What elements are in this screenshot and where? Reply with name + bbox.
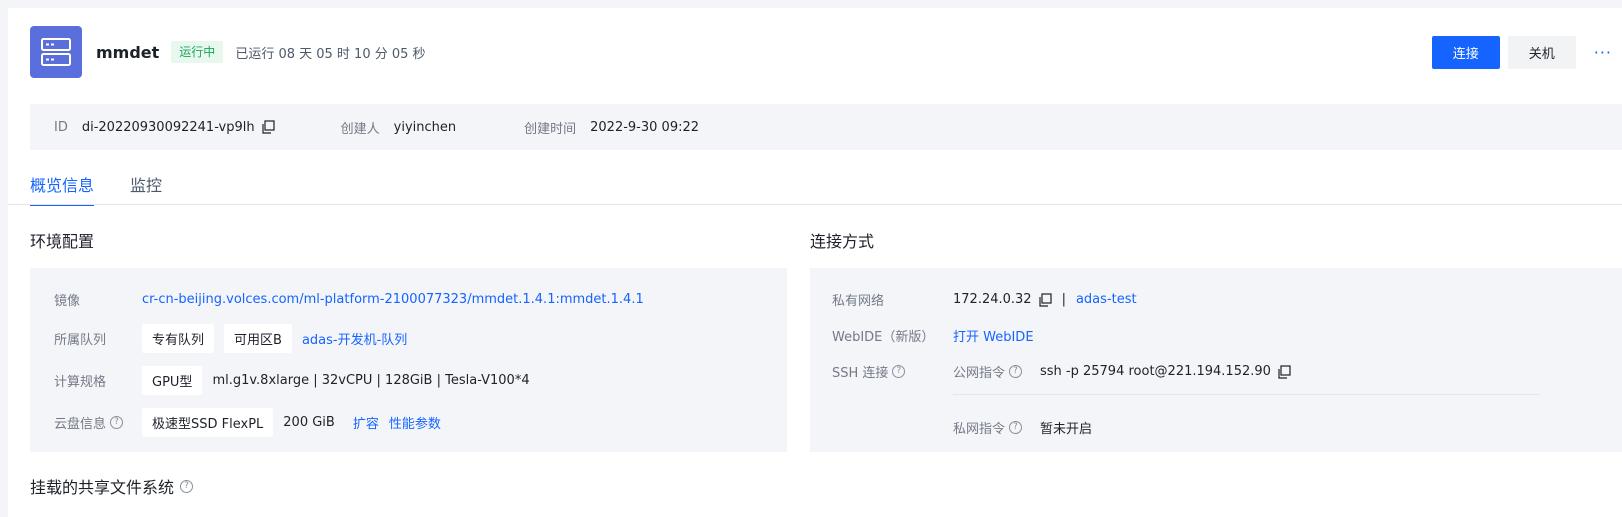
id-value: di-20220930092241-vp9lh xyxy=(81,119,255,135)
ssh-row: SSH 连接 ? 公网指令 ? ssh -p 25794 root@221.19… xyxy=(832,362,1291,381)
tab-bar: 概览信息 监控 xyxy=(30,172,198,206)
public-cmd-value: ssh -p 25794 root@221.194.152.90 xyxy=(1040,364,1271,379)
help-icon[interactable]: ? xyxy=(180,479,194,493)
tab-overview[interactable]: 概览信息 xyxy=(30,172,95,206)
instance-name: mmdet xyxy=(96,42,160,62)
tab-monitor[interactable]: 监控 xyxy=(130,172,162,206)
header: mmdet 运行中 已运行 08 天 05 时 10 分 05 秒 连接 关机 … xyxy=(30,26,1622,78)
private-ip: 172.24.0.32 xyxy=(953,292,1032,307)
connect-button[interactable]: 连接 xyxy=(1431,36,1500,69)
public-cmd-label-text: 公网指令 xyxy=(953,366,1006,381)
help-icon[interactable]: ? xyxy=(110,416,124,429)
image-label: 镜像 xyxy=(54,294,81,309)
separator: | xyxy=(1061,292,1066,307)
shutdown-button[interactable]: 关机 xyxy=(1507,36,1576,69)
meta-bar: ID di-20220930092241-vp9lh 创建人 yiyinchen… xyxy=(30,104,1622,150)
compute-label: 计算规格 xyxy=(54,375,107,390)
compute-spec: ml.g1v.8xlarge | 32vCPU | 128GiB | Tesla… xyxy=(212,373,530,388)
ssh-label-text: SSH 连接 xyxy=(832,366,889,381)
private-cmd-label: 私网指令 ? xyxy=(953,418,1040,437)
tab-divider xyxy=(8,204,1622,205)
image-row: 镜像 cr-cn-beijing.volces.com/ml-platform-… xyxy=(54,290,644,309)
copy-icon[interactable] xyxy=(261,120,275,134)
disk-type-tag: 极速型SSD FlexPL xyxy=(142,408,274,437)
server-icon xyxy=(30,26,82,78)
disk-label-text: 云盘信息 xyxy=(54,417,107,432)
disk-size: 200 GiB xyxy=(283,415,335,430)
env-panel: 镜像 cr-cn-beijing.volces.com/ml-platform-… xyxy=(30,268,787,452)
creator-value: yiyinchen xyxy=(393,119,457,135)
created-time-value: 2022-9-30 09:22 xyxy=(590,119,700,135)
more-actions-button[interactable]: ··· xyxy=(1594,43,1612,62)
connect-section-title: 连接方式 xyxy=(810,232,875,251)
help-icon[interactable]: ? xyxy=(892,365,906,378)
ssh-label: SSH 连接 ? xyxy=(832,362,953,381)
detail-card: mmdet 运行中 已运行 08 天 05 时 10 分 05 秒 连接 关机 … xyxy=(8,8,1622,517)
help-icon[interactable]: ? xyxy=(1009,421,1023,434)
shared-fs-title-text: 挂载的共享文件系统 xyxy=(30,478,175,497)
shared-fs-title: 挂载的共享文件系统 ? xyxy=(30,474,194,498)
created-time-label: 创建时间 xyxy=(524,121,577,137)
status-badge: 运行中 xyxy=(171,41,224,63)
copy-icon[interactable] xyxy=(1038,292,1052,307)
help-icon[interactable]: ? xyxy=(1009,365,1023,378)
queue-row: 所属队列 专有队列 可用区B adas-开发机-队列 xyxy=(54,324,407,353)
uptime-text: 已运行 08 天 05 时 10 分 05 秒 xyxy=(235,46,426,62)
expand-link[interactable]: 扩容 xyxy=(353,413,379,432)
env-section-title: 环境配置 xyxy=(30,232,95,251)
copy-icon[interactable] xyxy=(1277,364,1291,379)
connect-panel: 私有网络 172.24.0.32 | adas-test WebIDE（新版） … xyxy=(810,268,1622,452)
queue-label: 所属队列 xyxy=(54,333,107,348)
webide-row: WebIDE（新版） 打开 WebIDE xyxy=(832,326,1034,345)
disk-label: 云盘信息 ? xyxy=(54,413,142,432)
private-cmd-row: 私网指令 ? 暂未开启 xyxy=(953,418,1092,437)
private-net-label: 私有网络 xyxy=(832,294,885,309)
zone-tag: 可用区B xyxy=(224,324,292,353)
webide-label: WebIDE（新版） xyxy=(832,330,935,345)
vpc-link[interactable]: adas-test xyxy=(1076,292,1137,307)
queue-type-tag: 专有队列 xyxy=(142,324,215,353)
header-actions: 连接 关机 ··· xyxy=(1431,36,1612,69)
public-cmd-label: 公网指令 ? xyxy=(953,362,1040,381)
compute-row: 计算规格 GPU型 ml.g1v.8xlarge | 32vCPU | 128G… xyxy=(54,366,530,395)
gpu-tag: GPU型 xyxy=(142,366,203,395)
image-link[interactable]: cr-cn-beijing.volces.com/ml-platform-210… xyxy=(142,292,644,307)
id-label: ID xyxy=(54,119,68,135)
open-webide-link[interactable]: 打开 WebIDE xyxy=(953,326,1034,345)
private-net-row: 私有网络 172.24.0.32 | adas-test xyxy=(832,290,1137,309)
disk-row: 云盘信息 ? 极速型SSD FlexPL 200 GiB 扩容 性能参数 xyxy=(54,408,441,437)
creator-label: 创建人 xyxy=(340,121,380,137)
private-cmd-value: 暂未开启 xyxy=(1040,422,1093,437)
queue-link[interactable]: adas-开发机-队列 xyxy=(302,329,407,348)
private-cmd-label-text: 私网指令 xyxy=(953,422,1006,437)
performance-link[interactable]: 性能参数 xyxy=(389,413,441,432)
ssh-divider xyxy=(953,394,1540,395)
